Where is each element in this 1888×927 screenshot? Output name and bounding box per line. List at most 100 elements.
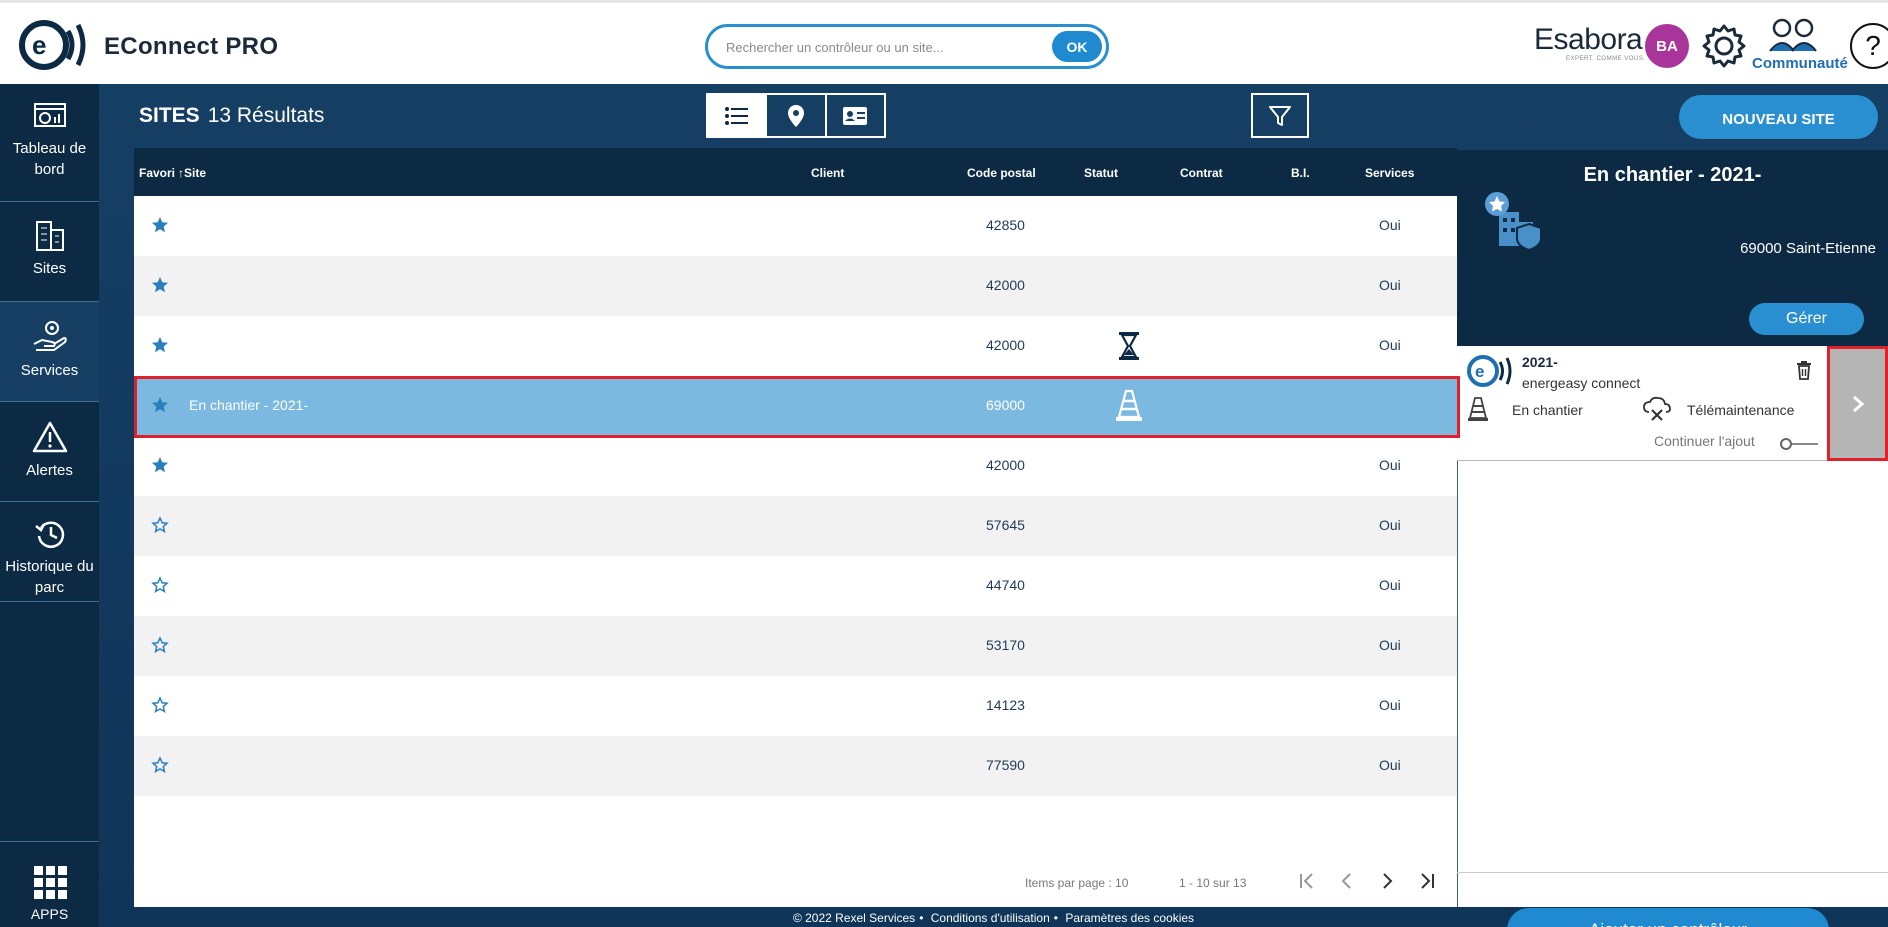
cell-code-postal: 42000 (986, 337, 1025, 353)
gear-icon[interactable] (1700, 22, 1748, 70)
footer-copyright: © 2022 Rexel Services (792, 911, 916, 925)
page-title: SITES 13 Résultats (139, 104, 324, 128)
items-per-page[interactable]: Items par page : 10 (1025, 876, 1128, 890)
col-client[interactable]: Client (811, 166, 844, 180)
col-bi[interactable]: B.I. (1291, 166, 1310, 180)
table-row[interactable]: 42850 Oui (134, 196, 1457, 256)
star-outline-icon[interactable] (151, 636, 169, 654)
new-site-button[interactable]: NOUVEAU SITE (1679, 95, 1878, 139)
star-outline-icon[interactable] (151, 756, 169, 774)
page-title-label: SITES (139, 104, 200, 127)
cell-services: Oui (1379, 457, 1401, 473)
search-input[interactable] (726, 35, 1046, 59)
result-count: 13 Résultats (207, 104, 325, 127)
col-site-label: Site (184, 166, 207, 180)
footer-cookies-link[interactable]: Paramètres des cookies (1065, 911, 1194, 925)
expand-controller-button[interactable] (1827, 346, 1888, 461)
last-page-icon[interactable] (1414, 868, 1440, 894)
star-outline-icon[interactable] (151, 516, 169, 534)
table-row[interactable]: 42000 Oui (134, 316, 1457, 376)
hourglass-icon (1119, 332, 1139, 360)
controller-card[interactable]: e 2021- energeasy connect En chantier Té… (1457, 346, 1888, 461)
table-row[interactable]: 57645 Oui (134, 496, 1457, 556)
controller-name: 2021- (1522, 354, 1558, 370)
filter-button[interactable] (1251, 93, 1309, 138)
star-outline-icon[interactable] (151, 576, 169, 594)
cell-site: En chantier - 2021- (189, 397, 309, 413)
cell-services: Oui (1379, 337, 1401, 353)
map-view-button[interactable] (767, 95, 827, 136)
cell-code-postal: 77590 (986, 757, 1025, 773)
star-filled-icon[interactable] (151, 276, 169, 294)
star-filled-icon[interactable] (151, 456, 169, 474)
site-detail-panel: En chantier - 2021- 69000 Saint-Etienne … (1457, 150, 1888, 927)
first-page-icon[interactable] (1294, 868, 1320, 894)
table-row[interactable]: En chantier - 2021- 69000 (134, 376, 1457, 436)
energeasy-logo-icon: e (1467, 355, 1512, 387)
table-row[interactable]: 14123 Oui (134, 676, 1457, 736)
sidebar-item-sites[interactable]: Sites (0, 202, 99, 302)
sidebar-item-dashboard[interactable]: Tableau de bord (0, 102, 99, 202)
controller-type: energeasy connect (1522, 375, 1641, 391)
trash-icon[interactable] (1795, 360, 1813, 380)
col-statut[interactable]: Statut (1084, 166, 1118, 180)
sidebar-item-label: Tableau de bord (12, 140, 87, 178)
sidebar-item-history[interactable]: Historique du parc (0, 502, 99, 602)
star-outline-icon[interactable] (151, 696, 169, 714)
sites-table: Favori ↑Site Client Code postal Statut C… (134, 148, 1457, 907)
econnect-logo-icon[interactable]: e (18, 19, 86, 71)
construction-cone-icon (1468, 397, 1488, 421)
help-icon[interactable]: ? (1850, 23, 1888, 69)
list-view-button[interactable] (708, 95, 768, 136)
site-detail-header: En chantier - 2021- 69000 Saint-Etienne … (1457, 150, 1888, 346)
manage-site-button[interactable]: Gérer (1749, 303, 1864, 335)
col-services[interactable]: Services (1365, 166, 1414, 180)
table-header: Favori ↑Site Client Code postal Statut C… (134, 148, 1457, 196)
cell-services: Oui (1379, 757, 1401, 773)
table-row[interactable]: 42000 Oui (134, 436, 1457, 496)
cell-code-postal: 42850 (986, 217, 1025, 233)
col-contrat[interactable]: Contrat (1180, 166, 1223, 180)
cell-services: Oui (1379, 277, 1401, 293)
continue-adding-toggle[interactable] (1780, 438, 1818, 450)
buildings-icon (35, 221, 64, 251)
main-content: SITES 13 Résultats NOUVEAU SITE Favori ↑… (99, 84, 1888, 927)
next-page-icon[interactable] (1374, 868, 1400, 894)
service-hand-icon (33, 321, 67, 351)
sidebar-item-label: Sites (32, 260, 67, 277)
col-code-postal[interactable]: Code postal (967, 166, 1036, 180)
cell-services: Oui (1379, 637, 1401, 653)
cell-code-postal: 42000 (986, 277, 1025, 293)
view-toggle (706, 93, 886, 138)
cell-code-postal: 69000 (986, 397, 1025, 413)
sidebar-item-alerts[interactable]: Alertes (0, 402, 99, 502)
cell-services: Oui (1379, 217, 1401, 233)
chevron-right-icon (1852, 395, 1864, 412)
star-filled-icon[interactable] (151, 336, 169, 354)
community-link[interactable]: Communauté (1748, 17, 1848, 73)
apps-launcher[interactable]: APPS (0, 841, 99, 927)
esabora-logo[interactable]: Esabora EXPERT. COMME VOUS. (1524, 23, 1649, 67)
star-filled-icon[interactable] (151, 216, 169, 234)
app-title: EConnect PRO (104, 33, 279, 60)
card-view-button[interactable] (827, 95, 884, 136)
sidebar-item-services[interactable]: Services (0, 302, 99, 402)
table-row[interactable]: 77590 Oui (134, 736, 1457, 796)
col-site[interactable]: ↑Site (178, 166, 206, 180)
col-favori[interactable]: Favori (139, 166, 175, 180)
community-icon (1769, 18, 1817, 52)
apps-label: APPS (30, 906, 69, 922)
history-icon (34, 521, 64, 548)
favorite-building-icon (1485, 192, 1542, 252)
cone-icon (1116, 389, 1142, 421)
prev-page-icon[interactable] (1334, 868, 1360, 894)
user-avatar[interactable]: BA (1645, 24, 1689, 68)
continue-adding-label: Continuer l'ajout (1654, 433, 1755, 449)
table-row[interactable]: 53170 Oui (134, 616, 1457, 676)
table-row[interactable]: 42000 Oui (134, 256, 1457, 316)
search-ok-button[interactable]: OK (1052, 31, 1102, 62)
star-filled-icon[interactable] (151, 396, 169, 414)
footer-terms-link[interactable]: Conditions d'utilisation (931, 911, 1050, 925)
table-row[interactable]: 44740 Oui (134, 556, 1457, 616)
cell-code-postal: 14123 (986, 697, 1025, 713)
